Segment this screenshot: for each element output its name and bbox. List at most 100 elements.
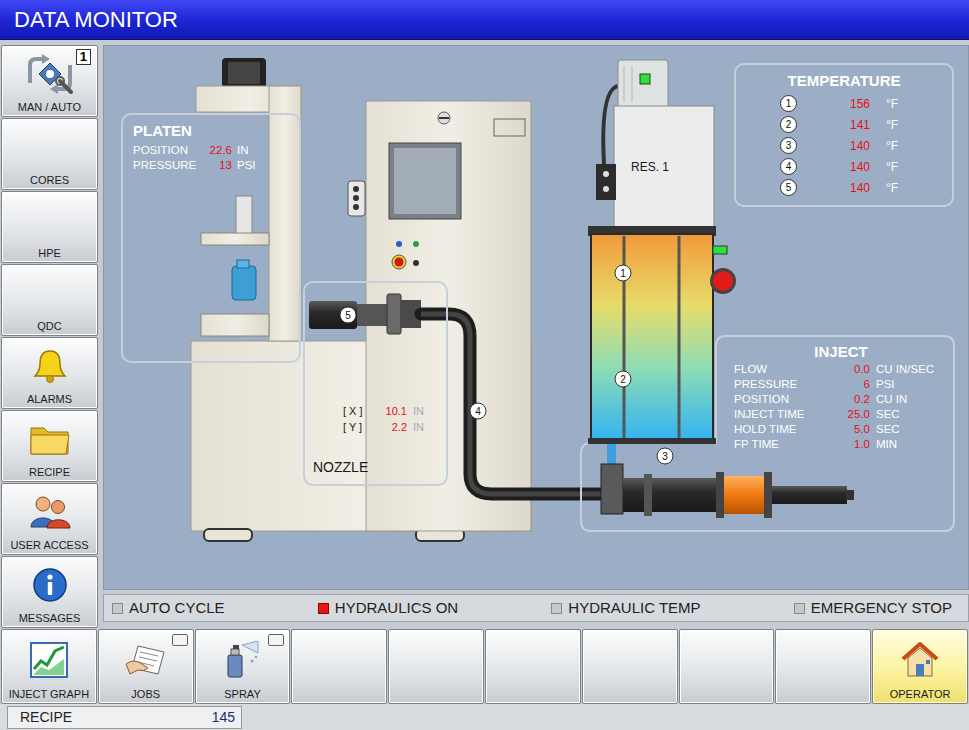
zone-marker: 3 xyxy=(657,448,674,465)
panel-title: INJECT xyxy=(734,342,948,362)
reading-unit: MIN xyxy=(876,437,946,452)
button-face: OPERATOR xyxy=(875,632,965,700)
temperature-value: 156 xyxy=(814,95,870,113)
reading-label: HOLD TIME xyxy=(734,422,826,437)
button-face xyxy=(294,632,384,700)
toolbar-button[interactable]: JOBS xyxy=(98,629,194,704)
blank-button[interactable] xyxy=(485,629,581,704)
axis-value: 10.1 xyxy=(377,403,407,419)
axis-label: [ X ] xyxy=(343,403,371,419)
platen-panel: PLATENPOSITION22.6INPRESSURE13PSI xyxy=(121,113,301,363)
sidebar-button[interactable]: QDC xyxy=(1,264,98,336)
reading-value: 0.0 xyxy=(832,362,870,377)
reading-label: PRESSURE xyxy=(734,377,826,392)
toolbar-button[interactable]: OPERATOR xyxy=(872,629,968,704)
sidebar-button[interactable]: HPE xyxy=(1,191,98,263)
sidebar-label: HPE xyxy=(38,247,61,259)
reading-label: FLOW xyxy=(734,362,826,377)
home-icon xyxy=(900,641,940,679)
axis-unit: IN xyxy=(413,405,424,417)
icon-area xyxy=(28,486,72,539)
machine-diagram xyxy=(104,46,969,590)
machine-canvas: RES. 1PLATENPOSITION22.6INPRESSURE13PSIT… xyxy=(103,45,969,590)
status-light xyxy=(112,603,123,614)
chart-icon xyxy=(29,641,69,679)
status-item: HYDRAULIC TEMP xyxy=(551,597,700,620)
motor-lamp xyxy=(640,74,650,84)
icon-area xyxy=(124,632,168,688)
sidebar-button[interactable]: MAN / AUTO1 xyxy=(1,45,98,117)
zone-number: 4 xyxy=(780,158,797,175)
button-face xyxy=(488,632,578,700)
axis-unit-state: IN xyxy=(413,403,431,419)
temperature-unit: °F xyxy=(886,137,908,155)
hose xyxy=(421,314,604,494)
reading-unit: PSI xyxy=(237,158,261,173)
nozzle-title: NOZZLE xyxy=(313,457,438,478)
button-face: INJECT GRAPH xyxy=(4,632,94,700)
reading-value: 25.0 xyxy=(832,407,870,422)
zone-number: 3 xyxy=(780,137,797,154)
sidebar-label: ALARMS xyxy=(27,393,72,405)
temperature-unit: °F xyxy=(886,95,908,113)
status-label: AUTO CYCLE xyxy=(129,597,225,620)
footer: RECIPE145 xyxy=(0,704,969,730)
panel-title: PLATEN xyxy=(133,121,299,141)
blank-button[interactable] xyxy=(775,629,871,704)
toolbar-label: SPRAY xyxy=(224,688,260,700)
monitor-area: RES. 1PLATENPOSITION22.6INPRESSURE13PSIT… xyxy=(103,45,969,629)
status-light xyxy=(318,603,329,614)
title: DATA MONITOR xyxy=(14,3,178,36)
status-item: HYDRAULICS ON xyxy=(318,597,458,620)
main-area: MAN / AUTO1CORES HPE QDC ALARMS RECIPE USER A… xyxy=(0,45,969,629)
reading-label: POSITION xyxy=(133,143,195,158)
sidebar-label: MAN / AUTO xyxy=(18,101,81,113)
blank-button[interactable] xyxy=(679,629,775,704)
sidebar-button[interactable]: CORES xyxy=(1,118,98,190)
title-bar: DATA MONITOR xyxy=(0,0,969,40)
blank-button[interactable] xyxy=(582,629,678,704)
temperature-value: 140 xyxy=(814,158,870,176)
sidebar-button[interactable]: RECIPE xyxy=(1,410,98,482)
icon-area xyxy=(33,340,67,393)
recipe-field: RECIPE145 xyxy=(7,706,242,729)
button-face xyxy=(682,632,772,700)
toolbar-label: JOBS xyxy=(131,688,160,700)
nozzle-panel: [ X ]10.1IN[ Y ]2.2INNOZZLE xyxy=(303,281,448,486)
temperature-unit: °F xyxy=(886,116,908,134)
blank-button[interactable] xyxy=(388,629,484,704)
toolbar-button[interactable]: INJECT GRAPH xyxy=(1,629,97,704)
icon-area xyxy=(28,413,72,466)
inject-panel: INJECTFLOW0.0CU IN/SECPRESSURE6PSIPOSITI… xyxy=(716,336,954,452)
blank-button[interactable] xyxy=(291,629,387,704)
button-face xyxy=(585,632,675,700)
button-indicator xyxy=(172,634,188,646)
sidebar-button[interactable]: ALARMS xyxy=(1,337,98,409)
nozzle-readings: [ X ]10.1IN[ Y ]2.2IN xyxy=(343,403,438,435)
sidebar-label: QDC xyxy=(37,320,61,332)
status-item: AUTO CYCLE xyxy=(112,597,225,620)
platen-readings: POSITION22.6INPRESSURE13PSI xyxy=(133,143,299,173)
sidebar-button[interactable]: USER ACCESS xyxy=(1,483,98,555)
status-light xyxy=(551,603,562,614)
axis-unit: IN xyxy=(413,421,424,433)
toolbar-button[interactable]: SPRAY xyxy=(195,629,291,704)
toolbar-label: OPERATOR xyxy=(890,688,951,700)
reading-value: 5.0 xyxy=(832,422,870,437)
reading-value: 6 xyxy=(832,377,870,392)
temperature-unit: °F xyxy=(886,158,908,176)
reading-label: FP TIME xyxy=(734,437,826,452)
toolbar: INJECT GRAPH JOBS SPRAY OPERATOR xyxy=(0,629,969,704)
recipe-value: 145 xyxy=(212,707,235,728)
icon-area xyxy=(32,559,68,612)
sidebar-label: USER ACCESS xyxy=(10,539,88,551)
sidebar-button[interactable]: MESSAGES xyxy=(1,556,98,628)
resin-unit xyxy=(588,60,736,464)
bell-icon xyxy=(33,348,67,384)
temperature-unit: °F xyxy=(886,179,908,197)
axis-value: 2.2 xyxy=(377,419,407,435)
axis-unit-state: IN xyxy=(413,419,431,435)
reading-unit: IN xyxy=(237,143,261,158)
sidebar-label: MESSAGES xyxy=(19,612,81,624)
zone-marker: 4 xyxy=(470,403,487,420)
